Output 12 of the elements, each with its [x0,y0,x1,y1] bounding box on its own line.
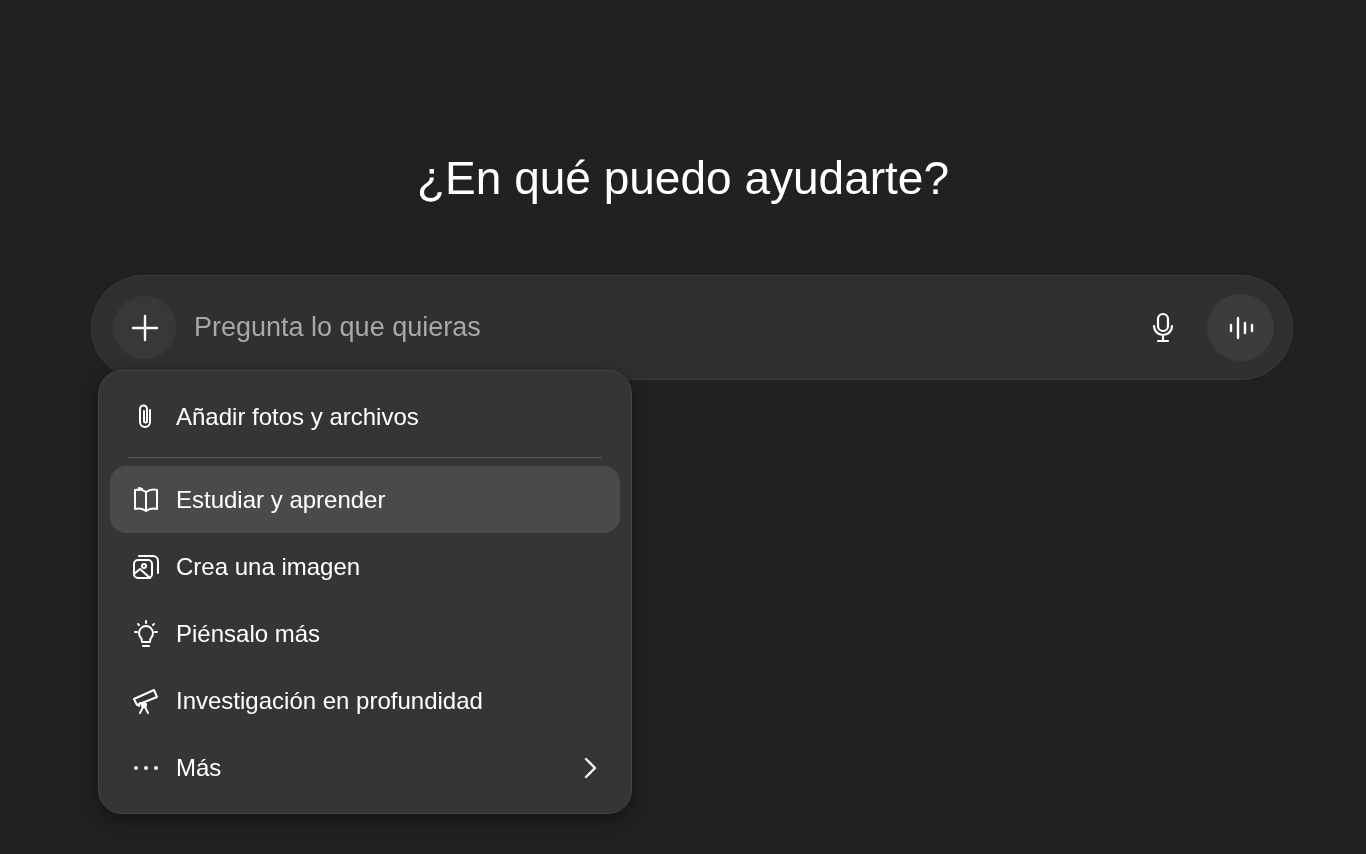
message-field[interactable]: Pregunta lo que quieras [92,276,1292,379]
microphone-icon [1151,311,1175,344]
plus-icon [129,312,160,343]
menu-item[interactable]: Piénsalo más [110,600,620,667]
menu-item[interactable]: Añadir fotos y archivos [110,383,620,458]
menu-item[interactable]: Crea una imagen [110,533,620,600]
menu-item[interactable]: Más [110,734,620,801]
heading: ¿En qué puedo ayudarte? [417,151,949,206]
menu-item[interactable]: Estudiar y aprender [110,466,620,533]
message-input[interactable]: Pregunta lo que quieras [192,311,1151,344]
menu-item[interactable]: Investigación en profundidad [110,667,620,734]
microphone-button[interactable] [1151,311,1175,344]
